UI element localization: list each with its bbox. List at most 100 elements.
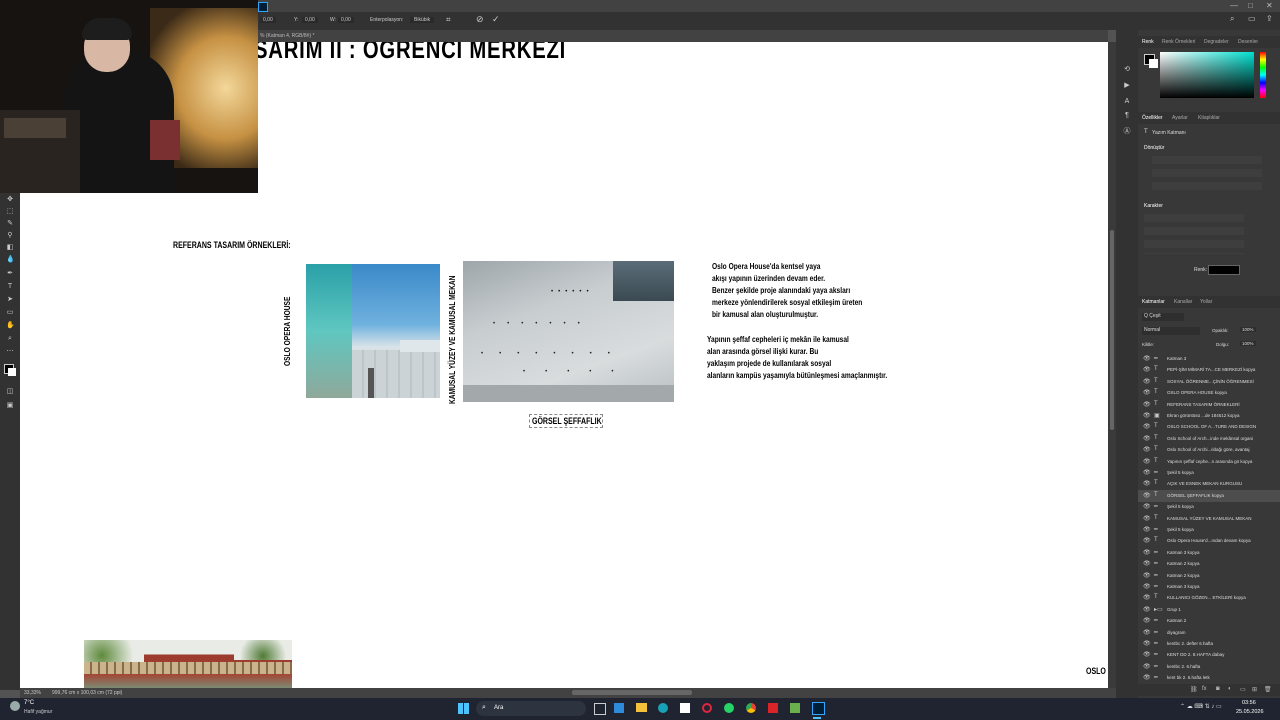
layer-row[interactable]: 👁 T Oslo Opera House'd...ından devam kopya (1138, 535, 1280, 547)
opacity-field[interactable]: 100% (1240, 327, 1256, 332)
tab-color[interactable]: Renk (1142, 39, 1154, 45)
visibility-eye-icon[interactable]: 👁 (1143, 572, 1151, 579)
path-select-tool-icon[interactable]: ➤ (6, 296, 14, 304)
mask-icon[interactable]: ◙ (1216, 686, 1220, 692)
layer-row[interactable]: 👁 T Yapının şeffaf cephe...n arasında gö k… (1138, 456, 1280, 468)
layer-row[interactable]: 👁 ━ kentbc 2. 6.hafta (1138, 661, 1280, 673)
task-view-icon[interactable] (594, 703, 606, 715)
layer-row[interactable]: 👁 T GÖRSEL ŞEFFAFLIK kopya (1138, 489, 1280, 502)
tab-layers[interactable]: Katmanlar (1142, 299, 1165, 305)
clock-time[interactable]: 03:56 (1242, 700, 1256, 706)
weather-desc[interactable]: Hafif yağmur (24, 709, 52, 715)
tab-libraries[interactable]: Kitaplıklar (1198, 115, 1220, 121)
paragraph-panel-icon[interactable]: ¶ (1123, 112, 1131, 120)
text-color-swatch[interactable] (1208, 265, 1240, 275)
clock-date[interactable]: 25.05.2026 (1236, 709, 1264, 715)
explorer-icon[interactable] (636, 703, 647, 712)
move-tool-icon[interactable]: ✥ (6, 196, 14, 204)
x-field[interactable]: 0,00 (260, 17, 276, 23)
visibility-eye-icon[interactable]: 👁 (1143, 651, 1151, 658)
visibility-eye-icon[interactable]: 👁 (1143, 515, 1151, 522)
visibility-eye-icon[interactable]: 👁 (1143, 412, 1151, 419)
transform-section[interactable]: Dönüştür (1144, 145, 1164, 151)
layer-row[interactable]: 👁 ━ Katman 3 (1138, 353, 1280, 365)
actions-icon[interactable]: ▶ (1123, 82, 1131, 90)
tab-adjustments[interactable]: Ayarlar (1172, 115, 1188, 121)
document-tab[interactable]: % (Katman 4, RGB/8#) * (260, 33, 314, 39)
visibility-eye-icon[interactable]: 👁 (1143, 617, 1151, 624)
hand-tool-icon[interactable]: ✋ (6, 322, 15, 330)
layer-row[interactable]: 👁 ━ kentbc 2. defter 6.hafta (1138, 638, 1280, 650)
store-icon[interactable] (614, 703, 624, 713)
visibility-eye-icon[interactable]: 👁 (1143, 640, 1151, 647)
interpolation-select[interactable]: Bikübik (410, 17, 435, 23)
layer-row[interactable]: 👁 ━ Şekil 5 kopya (1138, 501, 1280, 513)
warp-icon[interactable]: ⌗ (446, 15, 451, 25)
visibility-eye-icon[interactable]: 👁 (1143, 389, 1151, 396)
visibility-eye-icon[interactable]: 👁 (1143, 583, 1151, 590)
marquee-tool-icon[interactable]: ⬚ (6, 208, 14, 216)
search-icon[interactable]: ⌕ (1230, 14, 1234, 24)
layer-row[interactable]: 👁 ▣ Ekran görüntüsü ...de 184512 kopya (1138, 410, 1280, 422)
brush-tool-icon[interactable]: ✎ (6, 220, 14, 228)
taskbar-search[interactable]: ⌕ Ara (476, 701, 586, 716)
link-layers-icon[interactable]: ⛓ (1190, 686, 1198, 693)
maximize-button[interactable]: □ (1248, 1, 1253, 10)
visibility-eye-icon[interactable]: 👁 (1143, 401, 1151, 408)
cancel-transform-icon[interactable]: ⊘ (476, 14, 484, 25)
visibility-eye-icon[interactable]: 👁 (1143, 458, 1151, 465)
visibility-eye-icon[interactable]: 👁 (1143, 469, 1151, 476)
acrobat-icon[interactable] (768, 703, 778, 713)
zoom-tool-icon[interactable]: ⌕ (6, 335, 14, 343)
visibility-eye-icon[interactable]: 👁 (1143, 446, 1151, 453)
layer-row[interactable]: 👁 T OSLO SCHOOL OF A...TURE AND DESIGN (1138, 421, 1280, 433)
visibility-eye-icon[interactable]: 👁 (1143, 629, 1151, 636)
layer-row[interactable]: 👁 ▸▭ Grup 1 (1138, 604, 1280, 616)
layer-row[interactable]: 👁 ━ Şekil 5 kopya (1138, 467, 1280, 479)
blur-tool-icon[interactable]: 💧 (6, 256, 15, 264)
tab-channels[interactable]: Kanallar (1174, 299, 1192, 305)
document-info[interactable]: 999,76 cm x 100,03 cm (72 ppi) (52, 690, 122, 696)
fx-icon[interactable]: fx (1202, 686, 1207, 692)
layer-row[interactable]: 👁 ━ Katman 2 kopya (1138, 570, 1280, 582)
layer-row[interactable]: 👁 ━ diyagram (1138, 627, 1280, 639)
layer-row[interactable]: 👁 ━ Katman 3 kopya (1138, 581, 1280, 593)
bg-color-swatch[interactable] (1149, 59, 1158, 68)
visibility-eye-icon[interactable]: 👁 (1143, 594, 1151, 601)
close-button[interactable]: ✕ (1266, 1, 1273, 10)
visibility-eye-icon[interactable]: 👁 (1143, 480, 1151, 487)
calendar-icon[interactable] (680, 703, 690, 713)
new-layer-icon[interactable]: ⊞ (1252, 686, 1257, 693)
layer-row[interactable]: 👁 T KAMUSAL YÜZEY VE KAMUSAL MEKAN (1138, 513, 1280, 525)
quick-mask-icon[interactable]: ◫ (6, 388, 14, 396)
visibility-eye-icon[interactable]: 👁 (1143, 378, 1151, 385)
background-color-swatch[interactable] (8, 368, 16, 376)
stamp-tool-icon[interactable]: ⚲ (6, 232, 14, 240)
tab-properties[interactable]: Özellikler (1142, 115, 1163, 121)
layer-row[interactable]: 👁 T REFERANS TASARIM ÖRNEKLERİ (1138, 399, 1280, 411)
fill-field[interactable]: 100% (1240, 341, 1256, 346)
more-tools-icon[interactable]: ⋯ (6, 348, 14, 356)
screen-mode-icon[interactable]: ▣ (6, 402, 14, 410)
zoom-level[interactable]: 33,33% (24, 690, 41, 696)
history-icon[interactable]: ⟲ (1123, 66, 1131, 74)
layer-row[interactable]: 👁 T KULLANICI GÖZEN... ETKİLERİ kopya (1138, 592, 1280, 604)
caption-text-selected[interactable]: GÖRSEL ŞEFFAFLIK (529, 414, 603, 428)
layer-row[interactable]: 👁 T Oslo School of Archi...ıldağı göre, av… (1138, 444, 1280, 456)
minimize-button[interactable]: — (1230, 1, 1238, 10)
horizontal-scroll-thumb[interactable] (572, 690, 692, 695)
layer-row[interactable]: 👁 T OSLO OPERA HOUSE kopya (1138, 387, 1280, 399)
workspace-icon[interactable]: ▭ (1248, 14, 1256, 23)
visibility-eye-icon[interactable]: 👁 (1143, 549, 1151, 556)
visibility-eye-icon[interactable]: 👁 (1143, 503, 1151, 510)
tab-patterns[interactable]: Desenler (1238, 39, 1258, 45)
vertical-scroll-thumb[interactable] (1110, 230, 1114, 430)
transform-fields[interactable] (1152, 156, 1262, 192)
weather-temp[interactable]: 7°C (24, 700, 34, 706)
layer-row[interactable]: 👁 T SOSYAL ÖĞRENME...ÇİNİN ÖĞRENMESİ (1138, 376, 1280, 388)
type-tool-icon[interactable]: T (6, 283, 14, 291)
whatsapp-icon[interactable] (724, 703, 734, 713)
adjustment-icon[interactable]: ◐ (1228, 686, 1232, 692)
y-field[interactable]: 0,00 (302, 17, 318, 23)
visibility-eye-icon[interactable]: 👁 (1143, 366, 1151, 373)
